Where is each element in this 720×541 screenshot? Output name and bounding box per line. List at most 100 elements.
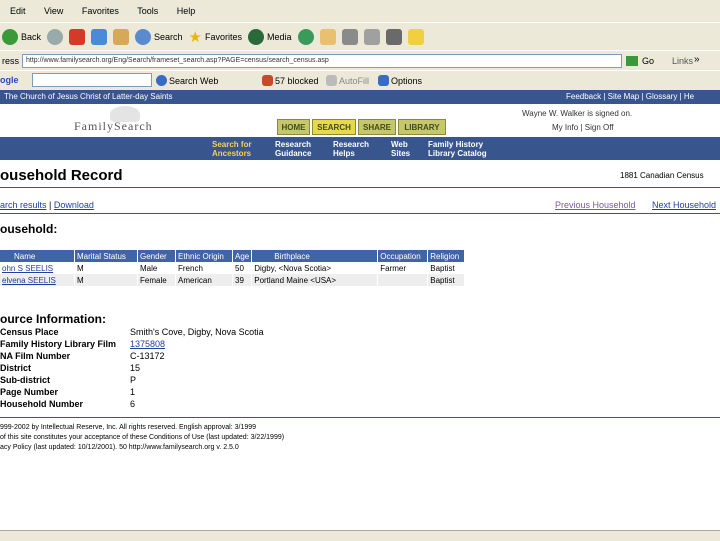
print-button[interactable] bbox=[341, 29, 358, 45]
cell-occupation bbox=[377, 274, 429, 286]
familysearch-logo[interactable]: FamilySearch bbox=[72, 106, 182, 136]
cell-religion: Baptist bbox=[427, 262, 466, 274]
address-input[interactable]: http://www.familysearch.org/Eng/Search/f… bbox=[22, 54, 622, 68]
page-number-value: 1 bbox=[130, 387, 136, 397]
tab-library[interactable]: LIBRARY bbox=[398, 119, 446, 135]
cell-occupation: Farmer bbox=[377, 262, 429, 274]
column-gender: Gender bbox=[137, 250, 176, 262]
search-icon bbox=[135, 29, 152, 45]
cell-gender: Female bbox=[137, 274, 176, 286]
tab-home[interactable]: HOME bbox=[277, 119, 310, 135]
sub-district-value: P bbox=[130, 375, 137, 385]
household-table: Name Marital Status Gender Ethnic Origin… bbox=[0, 250, 466, 286]
person-name-link[interactable]: elvena SEELIS bbox=[0, 274, 75, 286]
cell-age: 39 bbox=[232, 274, 253, 286]
go-arrow-icon[interactable] bbox=[626, 56, 638, 66]
nav-search-for-ancestors[interactable]: Search for Ancestors bbox=[212, 140, 252, 158]
star-icon: ★ bbox=[188, 29, 202, 46]
nav-research-helps[interactable]: Research Helps bbox=[333, 140, 369, 158]
download-link[interactable]: Download bbox=[54, 200, 94, 210]
search-results-link[interactable]: arch results bbox=[0, 200, 47, 210]
links-label[interactable]: Links bbox=[672, 56, 693, 66]
household-heading: ousehold: bbox=[0, 222, 58, 236]
menu-view[interactable]: View bbox=[44, 6, 63, 16]
back-button[interactable]: Back bbox=[2, 29, 41, 45]
home-icon bbox=[113, 29, 130, 45]
options-icon bbox=[378, 75, 389, 86]
district-value: 15 bbox=[130, 363, 141, 373]
options-button[interactable]: Options bbox=[378, 75, 422, 86]
source-label: Household Number bbox=[0, 399, 84, 409]
favorites-button[interactable]: ★ Favorites bbox=[189, 28, 242, 46]
nav-research-guidance[interactable]: Research Guidance bbox=[275, 140, 311, 158]
history-icon bbox=[297, 29, 314, 45]
previous-household-link[interactable]: Previous Household bbox=[555, 200, 636, 210]
nav-library-catalog[interactable]: Family History Library Catalog bbox=[428, 140, 487, 158]
source-heading: ource Information: bbox=[0, 312, 107, 326]
stop-button[interactable] bbox=[69, 29, 86, 45]
popup-blocker-button[interactable]: 57 blocked bbox=[262, 75, 319, 86]
household-table-header: Name Marital Status Gender Ethnic Origin… bbox=[0, 250, 466, 262]
menu-help[interactable]: Help bbox=[177, 6, 196, 16]
history-button[interactable] bbox=[297, 29, 314, 45]
privacy-text: acy Policy (last updated: 10/12/2001). 5… bbox=[0, 444, 239, 451]
discuss-button[interactable] bbox=[385, 29, 402, 45]
feedback-link[interactable]: Feedback bbox=[566, 92, 601, 101]
standard-toolbar: Back Search ★ Favorites Media bbox=[0, 22, 720, 51]
edit-icon bbox=[363, 29, 380, 45]
footer-divider bbox=[0, 417, 720, 418]
refresh-button[interactable] bbox=[91, 29, 108, 45]
google-search-input[interactable] bbox=[32, 73, 152, 87]
source-label: Family History Library Film bbox=[0, 339, 117, 349]
sub-navigation: Search for Ancestors Research Guidance R… bbox=[0, 137, 720, 160]
church-name: The Church of Jesus Christ of Latter-day… bbox=[4, 92, 173, 101]
media-button[interactable]: Media bbox=[248, 29, 292, 45]
copyright-text: 999-2002 by Intellectual Reserve, Inc. A… bbox=[0, 424, 257, 431]
go-button[interactable]: Go bbox=[642, 56, 654, 66]
glossary-link[interactable]: Glossary bbox=[646, 92, 678, 101]
column-ethnic-origin: Ethnic Origin bbox=[175, 250, 233, 262]
table-row: elvena SEELIS M Female American 39 Portl… bbox=[0, 274, 466, 286]
home-button[interactable] bbox=[113, 29, 130, 45]
status-bar bbox=[0, 530, 720, 541]
forward-button[interactable] bbox=[47, 29, 64, 45]
search-button[interactable]: Search bbox=[135, 29, 183, 45]
google-search-button[interactable]: Search Web bbox=[156, 75, 218, 86]
film-number-link[interactable]: 1375808 bbox=[130, 339, 165, 349]
menu-favorites[interactable]: Favorites bbox=[82, 6, 119, 16]
account-links: My Info | Sign Off bbox=[552, 123, 614, 132]
page-title: ousehold Record bbox=[0, 167, 123, 184]
column-age: Age bbox=[232, 250, 253, 262]
tab-share[interactable]: SHARE bbox=[358, 119, 396, 135]
sign-off-link[interactable]: Sign Off bbox=[585, 123, 614, 132]
menu-edit[interactable]: Edit bbox=[10, 6, 26, 16]
menu-tools[interactable]: Tools bbox=[137, 6, 158, 16]
person-name-link[interactable]: ohn S SEELIS bbox=[0, 262, 75, 274]
column-birthplace: Birthplace bbox=[251, 250, 379, 262]
edit-button[interactable] bbox=[363, 29, 380, 45]
forward-arrow-icon bbox=[47, 29, 64, 45]
autofill-button[interactable]: AutoFill bbox=[326, 75, 369, 86]
column-occupation: Occupation bbox=[377, 250, 429, 262]
nav-web-sites[interactable]: Web Sites bbox=[391, 140, 410, 158]
menu-bar: Edit View Favorites Tools Help bbox=[0, 0, 720, 22]
mail-button[interactable] bbox=[319, 29, 336, 45]
stop-icon bbox=[69, 29, 86, 45]
cell-ethnic-origin: French bbox=[175, 262, 233, 274]
cell-birthplace: Portland Maine <USA> bbox=[251, 274, 379, 286]
google-logo: ogle bbox=[0, 75, 19, 85]
site-map-link[interactable]: Site Map bbox=[608, 92, 640, 101]
messenger-button[interactable] bbox=[407, 29, 424, 45]
source-label: Census Place bbox=[0, 327, 59, 337]
note-icon bbox=[407, 29, 424, 45]
media-icon bbox=[248, 29, 265, 45]
help-link[interactable]: He bbox=[684, 92, 694, 101]
tab-search[interactable]: SEARCH bbox=[312, 119, 356, 135]
next-household-link[interactable]: Next Household bbox=[652, 200, 716, 210]
logo-text: FamilySearch bbox=[74, 119, 153, 133]
links-chevron-icon[interactable]: » bbox=[694, 54, 700, 65]
cell-marital-status: M bbox=[74, 262, 138, 274]
my-info-link[interactable]: My Info bbox=[552, 123, 578, 132]
links-divider bbox=[0, 213, 720, 214]
title-divider bbox=[0, 187, 720, 188]
